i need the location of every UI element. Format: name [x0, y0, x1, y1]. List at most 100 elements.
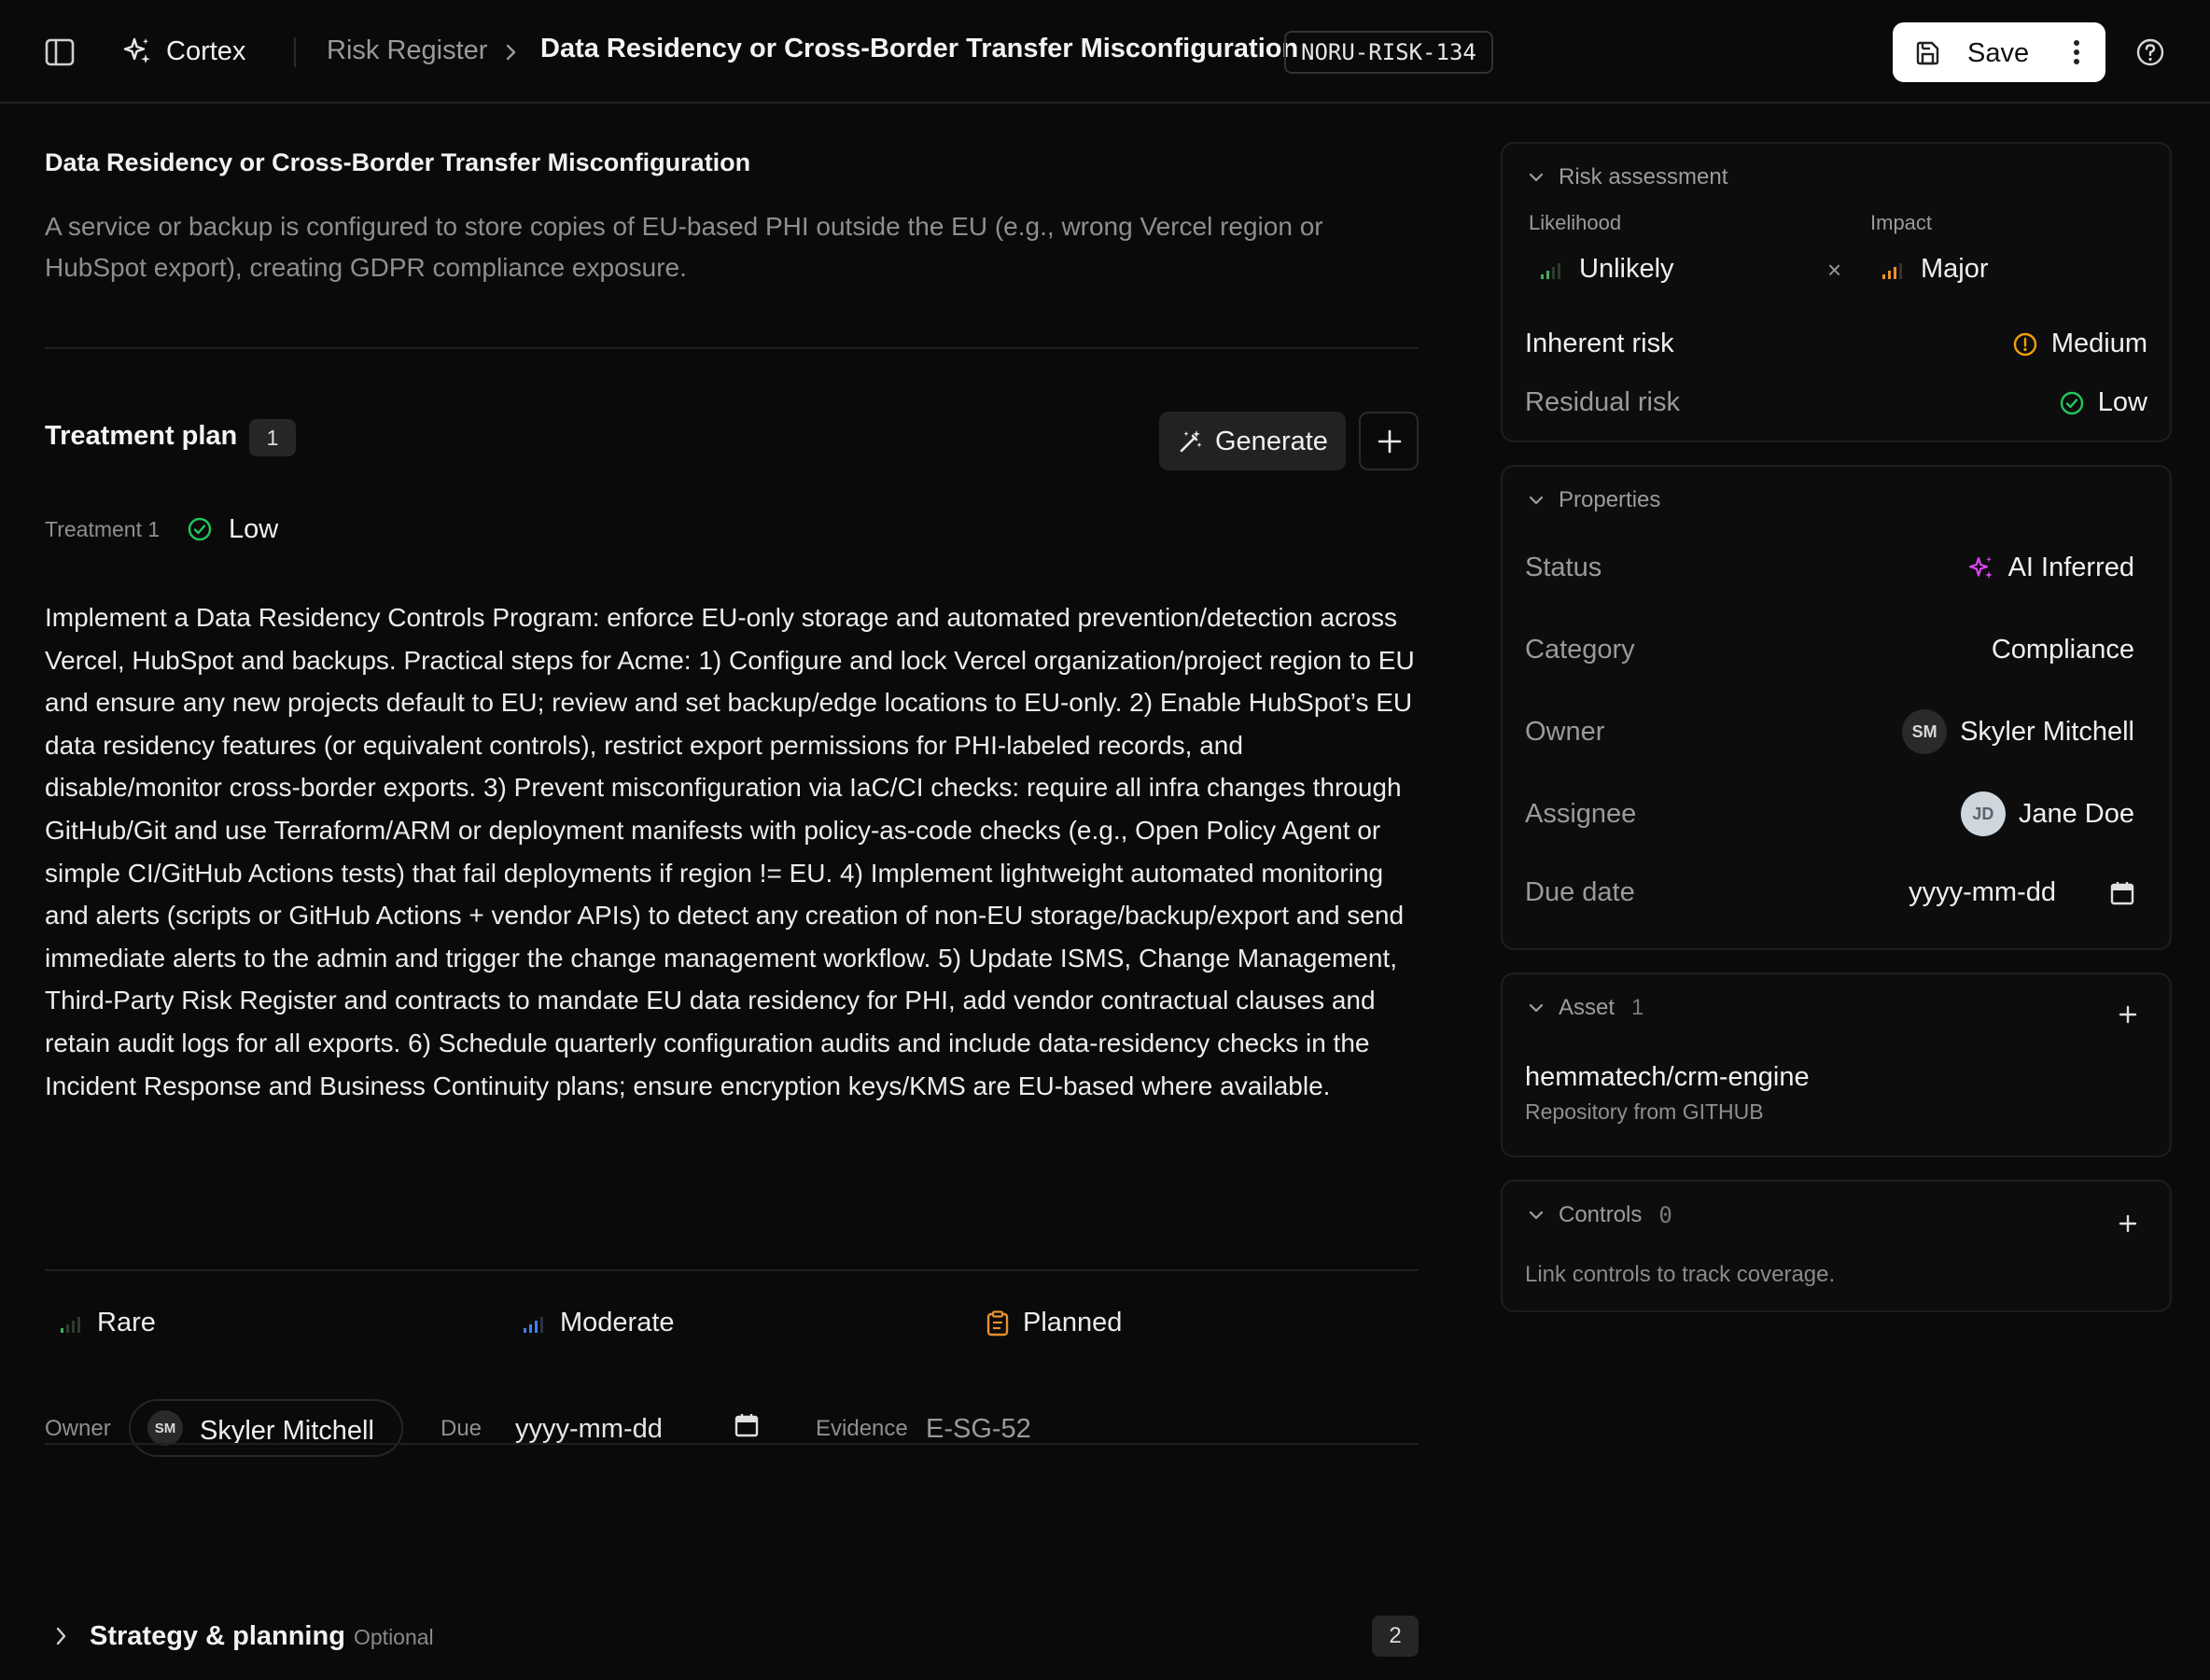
risk-id-badge: NORU-RISK-134	[1284, 31, 1493, 74]
likelihood-label: Likelihood	[1529, 211, 1622, 234]
divider	[45, 1443, 1419, 1445]
treatment-residual-level[interactable]: Low	[229, 514, 278, 545]
check-circle-icon	[188, 517, 212, 541]
sparkle-icon	[1968, 556, 1993, 579]
generate-button[interactable]: Generate	[1159, 412, 1346, 470]
chevron-down-icon	[1529, 496, 1544, 505]
impact-label: Impact	[1870, 211, 1933, 234]
risk-description[interactable]: A service or backup is configured to sto…	[45, 206, 1419, 288]
treatment-likelihood[interactable]: Rare	[60, 1308, 156, 1338]
app-logo[interactable]: Cortex	[121, 35, 245, 67]
calendar-icon[interactable]	[2110, 880, 2134, 906]
assignee-select[interactable]: JD Jane Doe	[1960, 791, 2134, 836]
status-value: Planned	[1023, 1308, 1123, 1337]
treatment-status[interactable]: Planned	[986, 1308, 1122, 1338]
plus-icon[interactable]	[2118, 1004, 2138, 1025]
save-button-group: Save	[1893, 22, 2105, 82]
breadcrumb-parent[interactable]: Risk Register	[327, 35, 487, 66]
impact-value: Moderate	[560, 1308, 675, 1337]
asset-card: Asset 1 hemmatech/crm-engine Repository …	[1501, 973, 2172, 1157]
plus-icon[interactable]	[2118, 1213, 2138, 1234]
asset-source: Repository from GITHUB	[1525, 1099, 1764, 1124]
risk-title: Data Residency or Cross-Border Transfer …	[45, 148, 751, 176]
controls-header[interactable]: Controls 0	[1527, 1202, 1672, 1228]
inherent-risk-label: Inherent risk	[1525, 329, 1674, 358]
likelihood-value: Rare	[97, 1308, 156, 1337]
avatar: SM	[1902, 709, 1948, 754]
signal-low-icon	[1541, 262, 1560, 279]
divider	[45, 347, 1419, 349]
add-treatment-button[interactable]	[1359, 412, 1419, 470]
due-date-placeholder: yyyy-mm-dd	[1909, 877, 2056, 907]
save-button[interactable]: Save	[1967, 38, 2029, 69]
sidebar-toggle-icon[interactable]	[43, 35, 77, 69]
generate-label: Generate	[1215, 427, 1328, 456]
avatar: SM	[147, 1410, 183, 1446]
alert-circle-icon	[2013, 332, 2037, 356]
calendar-icon[interactable]	[734, 1412, 759, 1438]
status-value: AI Inferred	[2007, 553, 2134, 582]
residual-risk-value: Low	[2059, 387, 2147, 418]
breadcrumb-current: Data Residency or Cross-Border Transfer …	[540, 34, 1299, 63]
likelihood-select[interactable]: Unlikely	[1540, 254, 1674, 285]
chevron-down-icon	[1529, 173, 1544, 182]
check-circle-icon	[2060, 391, 2083, 414]
divider	[45, 1269, 1419, 1271]
plus-icon	[1378, 429, 1402, 454]
owner-selector[interactable]: SM Skyler Mitchell	[129, 1399, 403, 1457]
controls-title: Controls	[1559, 1202, 1643, 1227]
due-date-label: Due date	[1525, 877, 1635, 907]
chevron-down-icon	[1529, 1003, 1544, 1013]
impact-value: Major	[1921, 254, 1989, 284]
optional-label: Optional	[354, 1625, 434, 1649]
status-label: Status	[1525, 553, 1602, 582]
treatment-impact[interactable]: Moderate	[523, 1308, 675, 1338]
app-name: Cortex	[166, 35, 246, 66]
asset-title: Asset	[1559, 995, 1616, 1020]
signal-high-icon	[1882, 262, 1902, 279]
asset-count: 1	[1631, 995, 1644, 1020]
properties-header[interactable]: Properties	[1527, 487, 1660, 513]
category-value: Compliance	[1991, 635, 2134, 665]
asset-header[interactable]: Asset 1	[1527, 995, 1644, 1021]
asset-name[interactable]: hemmatech/crm-engine	[1525, 1062, 1810, 1093]
risk-assessment-card: Risk assessment Likelihood Impact Unlike…	[1501, 142, 2172, 442]
evidence-label: Evidence	[816, 1416, 908, 1441]
signal-low-icon	[61, 1316, 80, 1333]
due-date-input[interactable]: yyyy-mm-dd	[515, 1414, 663, 1445]
properties-card: Properties Status AI Inferred Category C…	[1501, 465, 2172, 950]
inherent-risk-text: Medium	[2050, 329, 2147, 358]
avatar: JD	[1960, 791, 2006, 836]
chevron-right-icon	[506, 44, 516, 61]
chevron-right-icon[interactable]	[50, 1624, 73, 1648]
due-label: Due	[441, 1416, 483, 1441]
category-select[interactable]: Compliance	[1992, 635, 2134, 665]
category-label: Category	[1525, 635, 1635, 665]
treatment-count-badge: 1	[249, 419, 296, 456]
due-date-input[interactable]: yyyy-mm-dd	[1909, 877, 2134, 908]
status-select[interactable]: AI Inferred	[1967, 553, 2134, 583]
evidence-input[interactable]: E-SG-52	[926, 1414, 1031, 1445]
properties-title: Properties	[1559, 487, 1661, 512]
controls-hint: Link controls to track coverage.	[1525, 1262, 1836, 1287]
treatment-plan-title: Treatment plan	[45, 421, 238, 451]
help-icon[interactable]	[2135, 37, 2165, 67]
assignee-name: Jane Doe	[2018, 798, 2134, 829]
clear-icon[interactable]: ×	[1827, 256, 1841, 285]
owner-select[interactable]: SM Skyler Mitchell	[1902, 709, 2134, 754]
treatment-description[interactable]: Implement a Data Residency Controls Prog…	[45, 596, 1419, 1107]
save-icon[interactable]	[1913, 39, 1941, 67]
controls-count: 0	[1658, 1202, 1672, 1228]
header-divider	[294, 37, 296, 67]
impact-select[interactable]: Major	[1881, 254, 1989, 285]
top-bar: Cortex Risk Register Data Residency or C…	[0, 0, 2210, 104]
more-vertical-icon[interactable]	[2063, 35, 2091, 69]
residual-risk-text: Low	[2097, 387, 2147, 417]
strategy-count-badge: 2	[1372, 1616, 1419, 1657]
chevron-down-icon	[1529, 1211, 1544, 1220]
treatment-label: Treatment 1	[45, 517, 161, 541]
sparkle-icon	[123, 37, 150, 63]
strategy-section-title[interactable]: Strategy & planning	[90, 1621, 345, 1652]
risk-assessment-header[interactable]: Risk assessment	[1527, 164, 1727, 190]
controls-card: Controls 0 Link controls to track covera…	[1501, 1180, 2172, 1312]
